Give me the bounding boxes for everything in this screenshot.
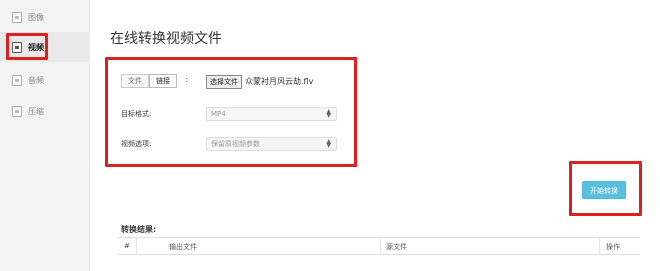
page-title: 在线转换视频文件 [110,31,222,47]
col-source-file: 源文件 [386,243,407,251]
video-options-value: 保留原视频参数 [211,140,260,148]
col-output-file: 输出文件 [169,243,197,251]
tab-file[interactable]: 文件 [121,74,149,88]
audio-icon [12,74,22,86]
sidebar-item-label: 音频 [28,75,44,85]
column-divider [599,238,600,254]
start-convert-button[interactable]: 开始转换 [582,181,626,199]
sidebar-item-image[interactable]: 图像 [0,2,90,32]
tab-link[interactable]: 链接 [149,74,177,88]
result-table-header: # 输出文件 源文件 操作 [118,237,640,255]
source-colon: : [185,75,188,84]
archive-icon [12,105,22,117]
column-divider [380,238,381,254]
sidebar-item-label: 图像 [28,12,44,22]
file-name: 众蒙衬月风云劫.flv [245,77,314,86]
updown-arrow-icon: ▲ ▼ [326,108,331,119]
updown-arrow-icon: ▲ ▼ [326,138,331,149]
target-format-label: 目标格式: [121,110,152,118]
sidebar-item-label: 压缩 [28,106,44,116]
col-index: # [124,242,130,250]
col-actions: 操作 [606,243,620,251]
sidebar-item-audio[interactable]: 音频 [0,65,90,95]
image-icon [12,11,22,23]
video-highlight-box [6,33,48,60]
choose-file-button[interactable]: 选择文件 [206,75,242,89]
result-label: 转换结果: [121,225,157,234]
target-format-value: MP4 [211,110,226,118]
target-format-select[interactable]: MP4 ▲ ▼ [206,107,337,121]
video-options-label: 视频选项: [121,140,152,148]
column-divider [136,238,137,254]
source-tabs: 文件 链接 [121,74,177,88]
video-options-select[interactable]: 保留原视频参数 ▲ ▼ [206,137,337,151]
sidebar-item-compress[interactable]: 压缩 [0,96,90,126]
